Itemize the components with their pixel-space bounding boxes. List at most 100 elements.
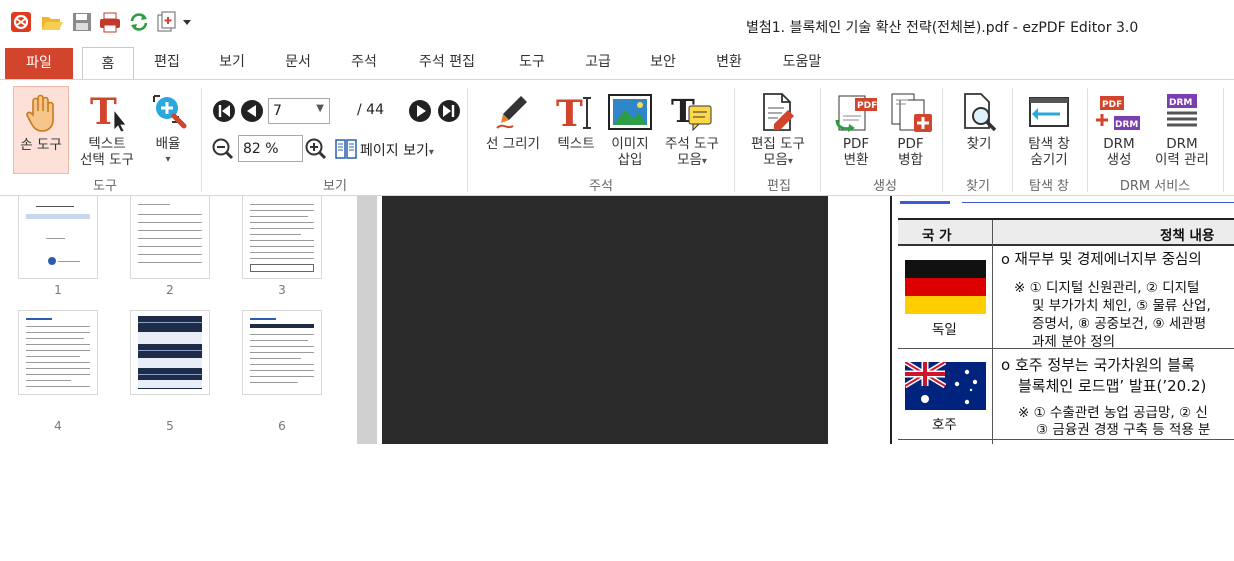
drm-create-icon: PDF DRM — [1096, 92, 1142, 132]
australia-policy-line: 블록체인 로드맵’ 발표(’20.2) — [1018, 377, 1207, 395]
line-draw-button[interactable]: 선 그리기 — [477, 86, 549, 174]
zoom-level-input[interactable]: 82 % — [238, 135, 303, 162]
zoom-in-small-icon[interactable] — [304, 137, 328, 161]
hand-tool-button[interactable]: 손 도구 — [13, 86, 69, 174]
drm-history-button[interactable]: DRM DRM 이력 관리 — [1146, 86, 1218, 174]
zoom-out-icon[interactable] — [211, 137, 235, 161]
thumbnail-number: 1 — [54, 283, 62, 297]
pdf-merge-button[interactable]: PDF 병합 — [883, 86, 938, 174]
page-thumbnail[interactable] — [242, 310, 322, 395]
germany-flag — [905, 260, 986, 314]
pdf-convert-label-1: PDF — [842, 136, 870, 152]
group-label-create: 생성 — [873, 179, 897, 194]
svg-text:T: T — [556, 93, 583, 132]
country-australia: 호주 — [932, 417, 957, 433]
edit-tools-label-2: 모음 — [763, 152, 788, 168]
ribbon-tab-bar: 파일 홈 편집 보기 문서 주석 주석 편집 도구 고급 보안 변환 도움말 — [0, 46, 1234, 81]
group-label-nav: 탐색 창 — [1028, 179, 1069, 194]
annotation-tools-button[interactable]: T 주석 도구 모음▾ — [657, 86, 727, 174]
drm-create-button[interactable]: PDF DRM DRM 생성 — [1092, 86, 1146, 174]
page-total: / 44 — [357, 102, 384, 118]
image-label-1: 이미지 — [611, 136, 649, 152]
edit-tools-dropdown-icon: ▾ — [787, 156, 793, 167]
tab-help[interactable]: 도움말 — [772, 46, 832, 79]
line-draw-label: 선 그리기 — [486, 136, 540, 152]
tab-security[interactable]: 보안 — [640, 46, 686, 79]
page-thumbnail[interactable] — [130, 196, 210, 279]
page-thumbnail[interactable] — [242, 196, 322, 279]
last-page-icon[interactable] — [437, 99, 461, 123]
hand-tool-label: 손 도구 — [20, 137, 62, 153]
previous-page-icon[interactable] — [240, 99, 264, 123]
edit-document-icon — [758, 92, 798, 132]
group-label-view: 보기 — [323, 179, 347, 194]
tab-document[interactable]: 문서 — [275, 46, 321, 79]
tab-file[interactable]: 파일 — [5, 48, 73, 79]
ribbon-separator — [1012, 88, 1013, 192]
add-page-icon[interactable] — [156, 10, 180, 34]
page-thumbnail[interactable] — [18, 310, 98, 395]
hide-nav-label-2: 숨기기 — [1030, 152, 1068, 168]
svg-text:PDF: PDF — [1102, 100, 1122, 110]
germany-policy-line: 과제 분야 정의 — [1032, 334, 1116, 350]
zoom-in-icon — [148, 92, 188, 132]
edit-tools-button[interactable]: 편집 도구 모음▾ — [742, 86, 814, 174]
pdf-convert-button[interactable]: PDF PDF 변환 — [826, 86, 886, 174]
app-logo-icon[interactable] — [9, 10, 33, 34]
open-folder-icon[interactable] — [40, 10, 64, 34]
document-page-view: 국 가 정책 내용 독일 o 재무부 및 경제에너지부 중심의 ※ ① 디지털 … — [890, 196, 1234, 444]
zoom-button[interactable]: 배율 ▾ — [143, 86, 193, 174]
germany-policy-line: 증명서, ⑧ 공중보건, ⑨ 세관평 — [1032, 316, 1207, 332]
pen-icon — [493, 92, 533, 132]
svg-text:DRM: DRM — [1115, 120, 1138, 130]
splitter[interactable] — [357, 196, 377, 444]
print-icon[interactable] — [98, 10, 122, 34]
image-icon — [607, 92, 653, 132]
tab-convert[interactable]: 변환 — [706, 46, 752, 79]
heading-underline — [900, 201, 950, 204]
ribbon-separator — [942, 88, 943, 192]
text-annotation-label: 텍스트 — [557, 136, 595, 152]
group-label-edit: 편집 — [767, 179, 791, 194]
hide-nav-pane-button[interactable]: 탐색 창 숨기기 — [1018, 86, 1080, 174]
title-bar: 별첨1. 블록체인 기술 확산 전략(전체본).pdf - ezPDF Edit… — [0, 0, 1234, 46]
group-label-drm: DRM 서비스 — [1119, 179, 1191, 194]
ribbon-separator — [1223, 88, 1224, 192]
page-view-icon — [334, 137, 358, 161]
thumbnail-pane: 1 2 3 4 5 6 — [0, 196, 357, 444]
tab-annotation-edit[interactable]: 주석 편집 — [407, 46, 487, 79]
svg-text:DRM: DRM — [1169, 98, 1192, 108]
text-select-tool-button[interactable]: T 텍스트 선택 도구 — [72, 86, 142, 174]
pdf-convert-label-2: 변환 — [843, 152, 869, 168]
edit-tools-label-1: 편집 도구 — [751, 136, 805, 152]
first-page-icon[interactable] — [212, 99, 236, 123]
image-insert-button[interactable]: 이미지 삽입 — [604, 86, 656, 174]
drm-history-label-2: 이력 관리 — [1155, 152, 1209, 168]
tab-home[interactable]: 홈 — [82, 47, 134, 81]
tab-annotation[interactable]: 주석 — [341, 46, 387, 79]
svg-text:T: T — [90, 92, 117, 132]
save-icon[interactable] — [70, 10, 94, 34]
tab-edit[interactable]: 편집 — [144, 46, 190, 79]
tab-tools[interactable]: 도구 — [509, 46, 555, 79]
annotation-tools-label-2: 모음 — [677, 152, 702, 168]
tab-view[interactable]: 보기 — [209, 46, 255, 79]
thumbnail-number: 6 — [278, 419, 286, 433]
tab-advanced[interactable]: 고급 — [575, 46, 621, 79]
page-thumbnail[interactable] — [18, 196, 98, 279]
next-page-icon[interactable] — [408, 99, 432, 123]
pdf-merge-icon — [888, 92, 934, 132]
zoom-dropdown-icon[interactable]: ▾ — [143, 152, 193, 168]
page-number-input[interactable]: 7 ▼ — [268, 98, 330, 124]
page-view-dropdown[interactable]: 페이지 보기▾ — [360, 140, 434, 160]
text-annotation-button[interactable]: T 텍스트 — [550, 86, 602, 174]
thumbnail-number: 3 — [278, 283, 286, 297]
annotation-tools-dropdown-icon: ▾ — [701, 156, 707, 167]
page-thumbnail[interactable] — [130, 310, 210, 395]
refresh-icon[interactable] — [127, 10, 151, 34]
ribbon-separator — [1087, 88, 1088, 192]
customize-dropdown-icon[interactable] — [180, 10, 194, 34]
page-dropdown-icon[interactable]: ▼ — [316, 103, 324, 114]
find-button[interactable]: 찾기 — [951, 86, 1007, 174]
annotation-tools-label-1: 주석 도구 — [665, 136, 719, 152]
